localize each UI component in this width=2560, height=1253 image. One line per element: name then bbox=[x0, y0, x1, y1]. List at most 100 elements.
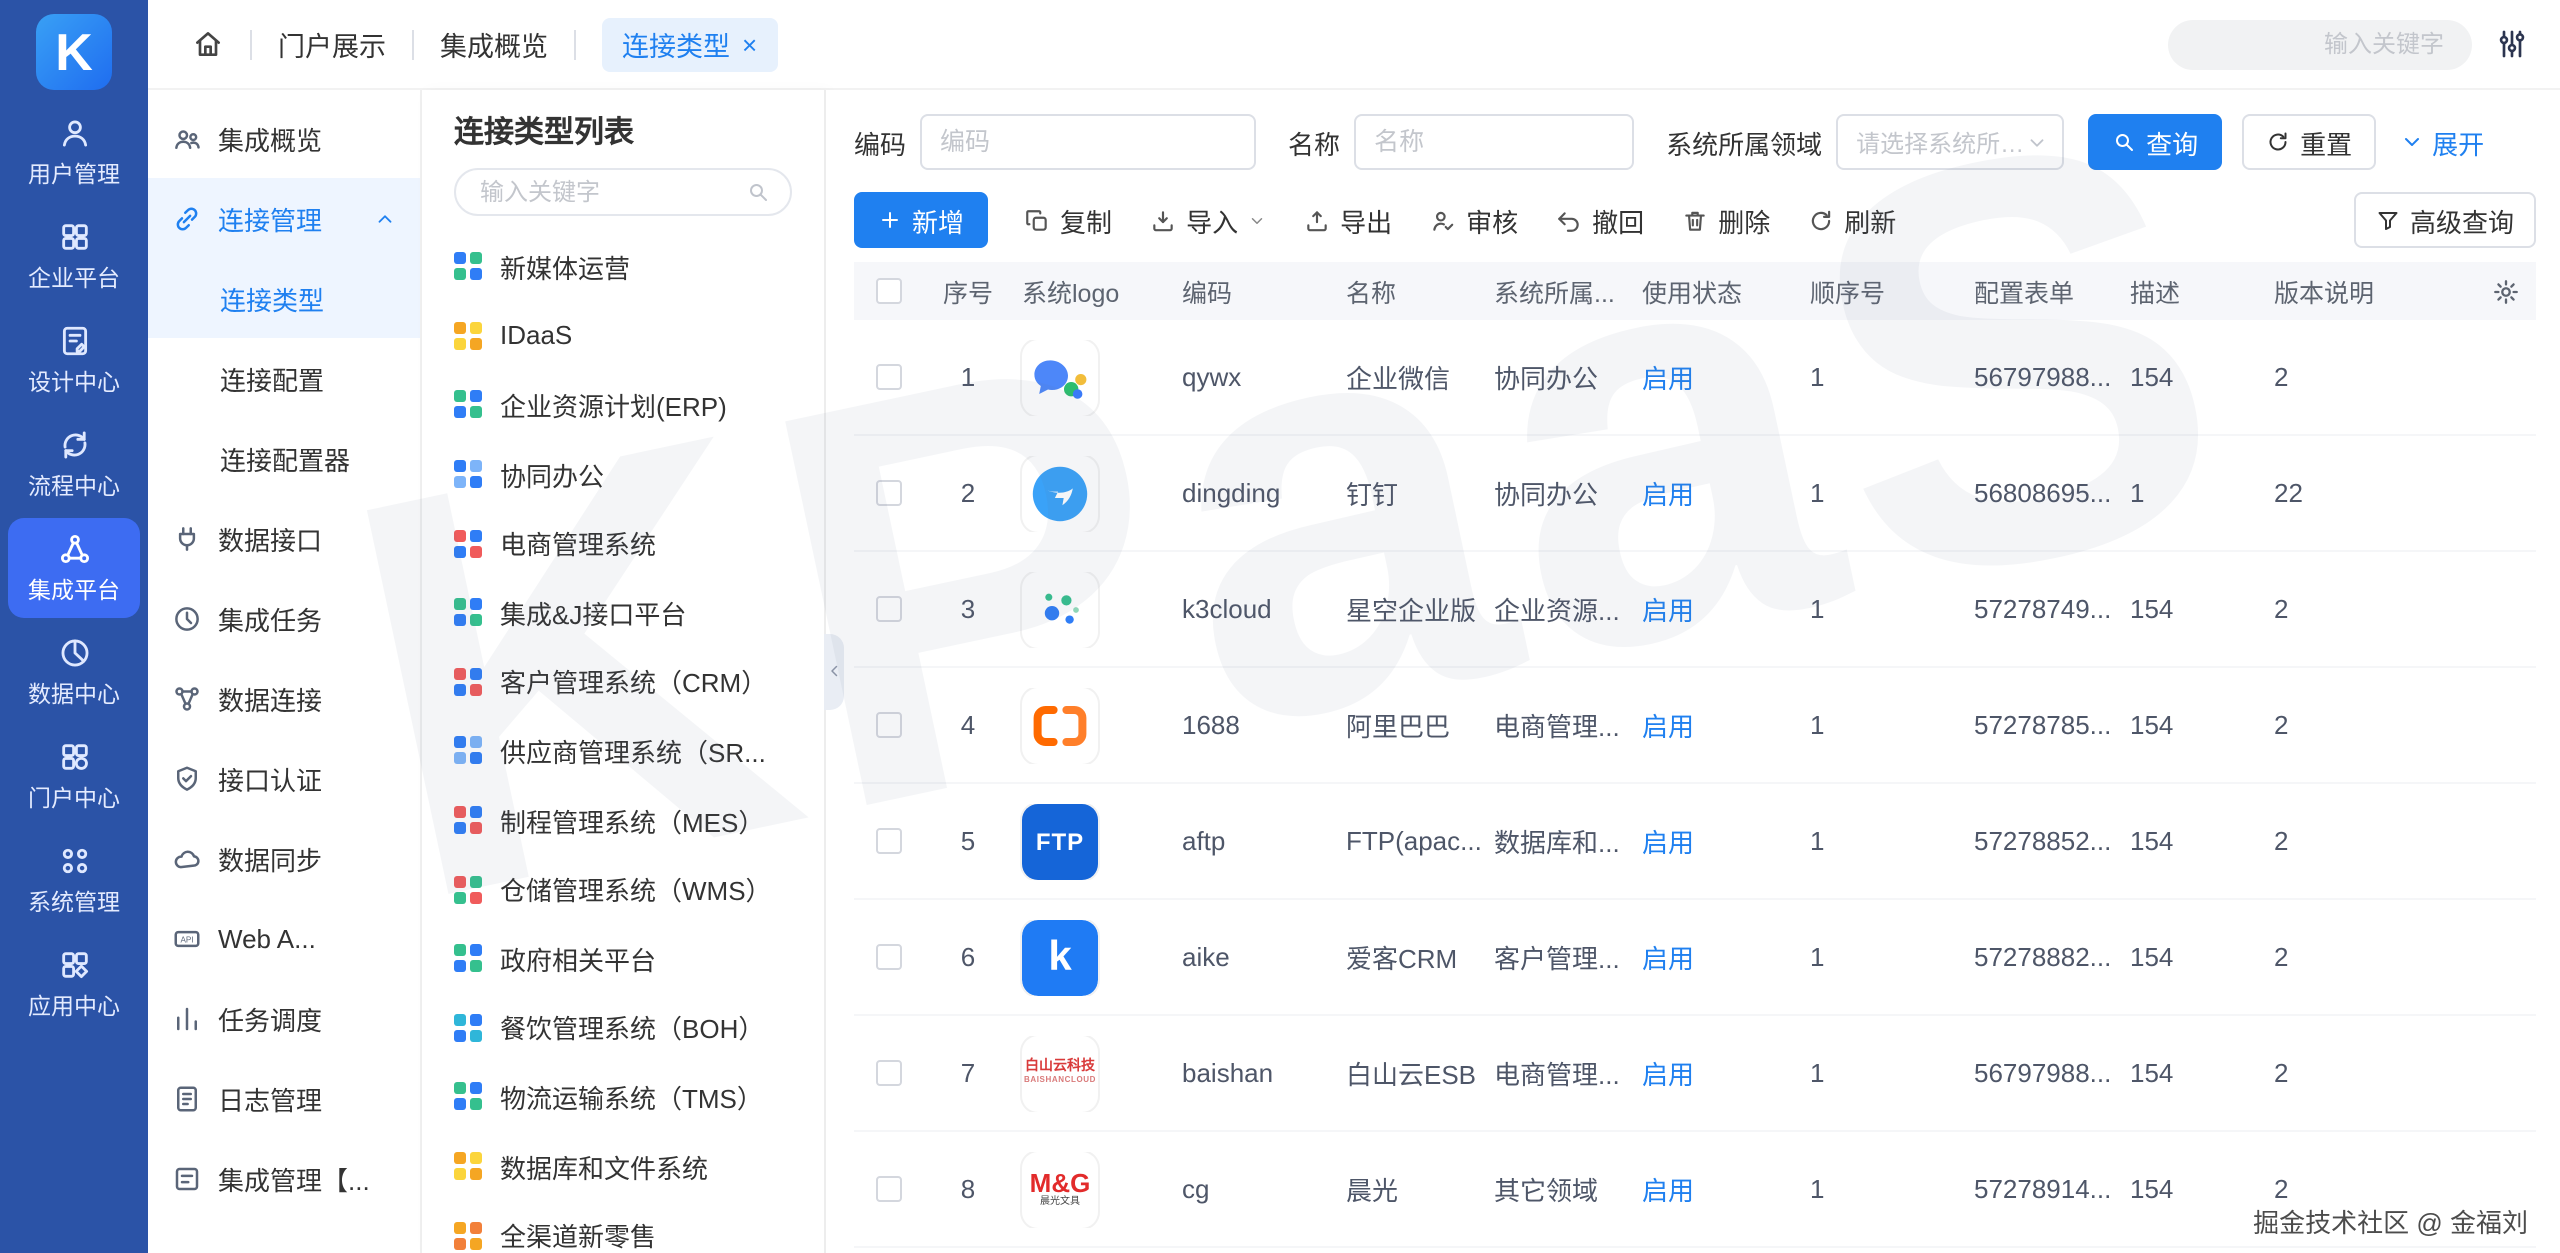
cell-status: 启用 bbox=[1634, 590, 1802, 628]
select-all-checkbox[interactable] bbox=[875, 278, 901, 304]
topnav-integration-overview[interactable]: 集成概览 bbox=[440, 24, 548, 64]
menu-item-connection-configurator[interactable]: 连接配置器 bbox=[148, 418, 420, 498]
sidebar-item-system[interactable]: 系统管理 bbox=[8, 830, 140, 930]
audit-button[interactable]: 审核 bbox=[1430, 201, 1518, 239]
table-row[interactable]: 3k3cloud星空企业版企业资源...启用157278749...1542 bbox=[854, 552, 2536, 668]
search-button[interactable]: 查询 bbox=[2088, 114, 2222, 170]
withdraw-button[interactable]: 撤回 bbox=[1556, 201, 1644, 239]
copy-button[interactable]: 复制 bbox=[1024, 201, 1112, 239]
filter-sliders-icon[interactable] bbox=[2496, 28, 2528, 60]
type-list-item[interactable]: 协同办公 bbox=[422, 440, 824, 509]
grid-icon bbox=[57, 220, 91, 254]
table-header: 序号系统logo编码名称系统所属...使用状态顺序号配置表单描述版本说明 bbox=[854, 262, 2536, 320]
type-search[interactable] bbox=[454, 168, 792, 216]
row-checkbox[interactable] bbox=[875, 1060, 901, 1086]
type-list-item[interactable]: 制程管理系统（MES） bbox=[422, 786, 824, 855]
sidebar-item-data[interactable]: 数据中心 bbox=[8, 622, 140, 722]
menu-item-integration-mgmt[interactable]: 集成管理【... bbox=[148, 1138, 420, 1218]
row-checkbox[interactable] bbox=[875, 828, 901, 854]
add-button[interactable]: 新增 bbox=[854, 192, 988, 248]
sidebar-item-portal[interactable]: 门户中心 bbox=[8, 726, 140, 826]
type-list-item[interactable]: 企业资源计划(ERP) bbox=[422, 370, 824, 439]
name-input[interactable] bbox=[1354, 114, 1634, 170]
menu-item-data-connection[interactable]: 数据连接 bbox=[148, 658, 420, 738]
type-list-item[interactable]: 客户管理系统（CRM） bbox=[422, 647, 824, 716]
cell-form: 56797988... bbox=[1966, 362, 2122, 392]
type-list-item[interactable]: 电商管理系统 bbox=[422, 509, 824, 578]
home-icon[interactable] bbox=[192, 28, 224, 60]
menu-item-data-interface[interactable]: 数据接口 bbox=[148, 498, 420, 578]
export-button[interactable]: 导出 bbox=[1304, 201, 1392, 239]
import-icon bbox=[1150, 207, 1176, 233]
row-checkbox[interactable] bbox=[875, 480, 901, 506]
panel-collapse-handle[interactable] bbox=[824, 634, 844, 710]
menu-item-web-api[interactable]: APIWeb A... bbox=[148, 898, 420, 978]
table-row[interactable]: 6kaike爱客CRM客户管理...启用157278882...1542 bbox=[854, 900, 2536, 1016]
sidebar-item-design[interactable]: 设计中心 bbox=[8, 310, 140, 410]
connection-table: 序号系统logo编码名称系统所属...使用状态顺序号配置表单描述版本说明1qyw… bbox=[854, 262, 2536, 1253]
type-list-item[interactable]: 供应商管理系统（SR... bbox=[422, 716, 824, 785]
type-list-item[interactable]: 新媒体运营 bbox=[422, 232, 824, 301]
menu-item-label: 数据同步 bbox=[218, 839, 322, 877]
sidebar-item-integration[interactable]: 集成平台 bbox=[8, 518, 140, 618]
type-list-item[interactable]: IDaaS bbox=[422, 301, 824, 370]
menu-item-overview[interactable]: 集成概览 bbox=[148, 98, 420, 178]
table-row[interactable]: 7白山云科技BAISHANCLOUDbaishan白山云ESB电商管理...启用… bbox=[854, 1016, 2536, 1132]
cell-domain: 协同办公 bbox=[1486, 358, 1634, 396]
app-logo[interactable]: K bbox=[36, 14, 112, 90]
system-logo-wecom bbox=[1022, 339, 1098, 415]
reset-button[interactable]: 重置 bbox=[2242, 114, 2376, 170]
row-checkbox[interactable] bbox=[875, 596, 901, 622]
topnav-portal-display[interactable]: 门户展示 bbox=[278, 24, 386, 64]
delete-button[interactable]: 删除 bbox=[1682, 201, 1770, 239]
row-checkbox[interactable] bbox=[875, 944, 901, 970]
menu-item-task-schedule[interactable]: 任务调度 bbox=[148, 978, 420, 1058]
table-row[interactable]: 41688阿里巴巴电商管理...启用157278785...1542 bbox=[854, 668, 2536, 784]
import-button[interactable]: 导入 bbox=[1150, 201, 1266, 239]
type-list-item[interactable]: 全渠道新零售 bbox=[422, 1201, 824, 1253]
sidebar-item-user[interactable]: 用户管理 bbox=[8, 102, 140, 202]
row-checkbox[interactable] bbox=[875, 1176, 901, 1202]
table-row[interactable]: 1qywx企业微信协同办公启用156797988...1542 bbox=[854, 320, 2536, 436]
plug-icon bbox=[172, 523, 202, 553]
type-list-item[interactable]: 数据库和文件系统 bbox=[422, 1131, 824, 1200]
cell-version: 2 bbox=[2266, 942, 2438, 972]
menu-item-connection-mgmt[interactable]: 连接管理 bbox=[148, 178, 420, 258]
menu-item-connection-config[interactable]: 连接配置 bbox=[148, 338, 420, 418]
table-row[interactable]: 5FTPaftpFTP(apac...数据库和...启用157278852...… bbox=[854, 784, 2536, 900]
column-header-domain: 系统所属... bbox=[1486, 272, 1634, 310]
menu-item-connection-type[interactable]: 连接类型 bbox=[148, 258, 420, 338]
type-search-input[interactable] bbox=[476, 176, 746, 208]
type-list-item[interactable]: 物流运输系统（TMS） bbox=[422, 1062, 824, 1131]
menu-item-interface-auth[interactable]: 接口认证 bbox=[148, 738, 420, 818]
cell-code: k3cloud bbox=[1174, 594, 1338, 624]
row-checkbox[interactable] bbox=[875, 712, 901, 738]
tab-close-icon[interactable]: × bbox=[742, 31, 757, 57]
type-list-item[interactable]: 仓储管理系统（WMS） bbox=[422, 855, 824, 924]
menu-item-log-mgmt[interactable]: 日志管理 bbox=[148, 1058, 420, 1138]
domain-select[interactable]: 请选择系统所属... bbox=[1836, 114, 2064, 170]
row-checkbox[interactable] bbox=[875, 364, 901, 390]
sidebar-item-process[interactable]: 流程中心 bbox=[8, 414, 140, 514]
menu-item-integration-task[interactable]: 集成任务 bbox=[148, 578, 420, 658]
type-list-item[interactable]: 集成&J接口平台 bbox=[422, 578, 824, 647]
cell-desc: 154 bbox=[2122, 710, 2266, 740]
sidebar-item-apps[interactable]: 应用中心 bbox=[8, 934, 140, 1034]
tab-connection-type[interactable]: 连接类型 × bbox=[602, 17, 777, 71]
table-row[interactable]: 2dingding钉钉协同办公启用156808695...122 bbox=[854, 436, 2536, 552]
cell-code: qywx bbox=[1174, 362, 1338, 392]
refresh-button[interactable]: 刷新 bbox=[1808, 201, 1896, 239]
name-label: 名称 bbox=[1288, 123, 1340, 161]
type-list-item[interactable]: 餐饮管理系统（BOH） bbox=[422, 993, 824, 1062]
menu-item-label: 连接配置器 bbox=[220, 439, 350, 477]
audit-icon bbox=[1430, 207, 1456, 233]
expand-link[interactable]: 展开 bbox=[2400, 123, 2484, 161]
sidebar-item-enterprise[interactable]: 企业平台 bbox=[8, 206, 140, 306]
global-search-input[interactable] bbox=[2168, 19, 2472, 69]
menu-item-data-sync[interactable]: 数据同步 bbox=[148, 818, 420, 898]
advanced-search-button[interactable]: 高级查询 bbox=[2354, 192, 2536, 248]
cell-form: 56797988... bbox=[1966, 1058, 2122, 1088]
code-input[interactable] bbox=[920, 114, 1256, 170]
type-list-item[interactable]: 政府相关平台 bbox=[422, 924, 824, 993]
table-settings-icon[interactable] bbox=[2492, 277, 2520, 305]
